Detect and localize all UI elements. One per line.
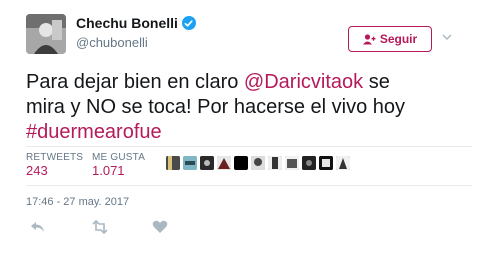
likes-label: ME GUSTA (92, 152, 146, 163)
tweet-timestamp[interactable]: 17:46 - 27 may. 2017 (26, 196, 129, 208)
divider (26, 146, 472, 147)
follow-button-label: Seguir (379, 32, 418, 46)
tweet-text-segment: Para dejar bien en claro (26, 71, 244, 93)
retweets-count: 243 (26, 163, 48, 178)
liker-avatar[interactable] (217, 156, 231, 170)
liker-avatar[interactable] (251, 156, 265, 170)
likes-stat[interactable]: ME GUSTA 1.071 (92, 152, 145, 178)
avatar[interactable] (26, 14, 66, 54)
follow-button[interactable]: Seguir (348, 26, 432, 52)
liker-avatar[interactable] (319, 156, 333, 170)
liker-avatar[interactable] (336, 156, 350, 170)
user-name[interactable]: Chechu Bonelli (76, 15, 196, 31)
liker-avatar[interactable] (166, 156, 180, 170)
heart-icon[interactable] (152, 220, 168, 234)
likes-count: 1.071 (92, 163, 125, 178)
tweet-text-segment: se (363, 71, 390, 93)
liker-avatar[interactable] (234, 156, 248, 170)
chevron-down-icon[interactable] (441, 30, 453, 42)
liker-avatar[interactable] (200, 156, 214, 170)
reply-icon[interactable] (30, 220, 46, 234)
liker-avatar[interactable] (268, 156, 282, 170)
tweet-text: Para dejar bien en claro @Daricvitaok se… (26, 70, 466, 145)
tweet-text-segment: mira y NO se toca! Por hacerse el vivo h… (26, 96, 406, 118)
liker-avatar[interactable] (183, 156, 197, 170)
liker-avatar[interactable] (285, 156, 299, 170)
retweet-icon[interactable] (91, 219, 109, 235)
divider (26, 185, 472, 186)
user-handle[interactable]: @chubonelli (76, 35, 148, 50)
mention-link[interactable]: @Daricvitaok (244, 71, 363, 93)
verified-badge-icon (181, 16, 196, 30)
user-name-label: Chechu Bonelli (76, 15, 178, 31)
retweets-label: RETWEETS (26, 152, 84, 163)
avatar-image (26, 14, 66, 54)
liker-avatar[interactable] (302, 156, 316, 170)
retweets-stat[interactable]: RETWEETS 243 (26, 152, 83, 178)
hashtag-link[interactable]: #duermearofue (26, 121, 162, 143)
add-user-icon (362, 33, 376, 44)
